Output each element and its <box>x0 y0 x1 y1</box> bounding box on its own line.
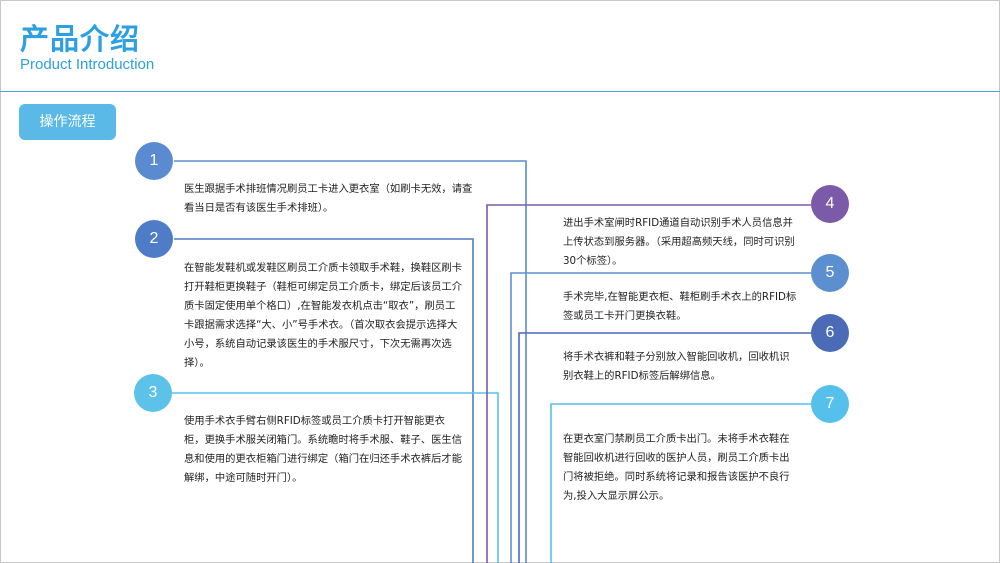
step-3-badge: 3 <box>134 374 172 412</box>
step-5-badge: 5 <box>811 254 849 292</box>
step-3-text: 使用手术衣手臂右侧RFID标签或员工介质卡打开智能更衣柜，更换手术服关闭箱门。系… <box>184 415 463 484</box>
step-1-badge: 1 <box>135 142 173 180</box>
step-7-text: 在更衣室门禁刷员工介质卡出门。未将手术衣鞋在智能回收机进行回收的医护人员，刷员工… <box>563 433 790 502</box>
connector-lines <box>172 160 811 563</box>
step-7-badge: 7 <box>811 385 849 423</box>
step-4-text: 进出手术室闸时RFID通道自动识别手术人员信息并上传状态到服务器。（采用超高频天… <box>563 217 795 267</box>
step-6-text: 将手术衣裤和鞋子分别放入智能回收机，回收机识别衣鞋上的RFID标签后解绑信息。 <box>563 351 790 382</box>
step-5-text: 手术完毕,在智能更衣柜、鞋柜刷手术衣上的RFID标签或员工卡开门更换衣鞋。 <box>563 291 797 322</box>
step-2-text: 在智能发鞋机或发鞋区刷员工介质卡领取手术鞋，换鞋区刷卡打开鞋柜更换鞋子（鞋柜可绑… <box>184 262 463 369</box>
step-4-badge: 4 <box>811 185 849 223</box>
step-2-badge: 2 <box>135 220 173 258</box>
step-1-text: 医生跟据手术排班情况刷员工卡进入更衣室（如刷卡无效，请查看当日是否有该医生手术排… <box>184 183 473 214</box>
step-6-badge: 6 <box>811 314 849 352</box>
